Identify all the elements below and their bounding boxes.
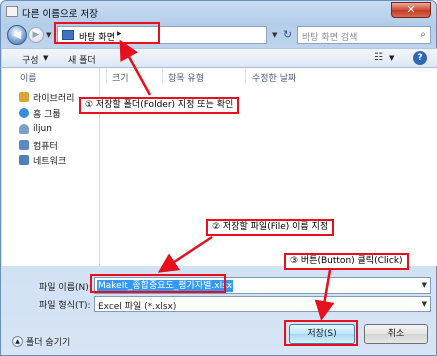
sidebar-item-computer[interactable]: 컴퓨터 bbox=[19, 138, 58, 152]
hide-folders-toggle[interactable]: ▲ 폴더 숨기기 bbox=[12, 335, 70, 348]
toolbar: 구성 ▼ 새 폴더 ☷ ▼ ? bbox=[2, 48, 437, 68]
column-divider[interactable] bbox=[106, 69, 107, 83]
library-icon bbox=[19, 92, 29, 102]
address-highlight-box bbox=[54, 22, 160, 44]
filetype-label: 파일 형식(T): bbox=[39, 301, 91, 311]
views-dropdown-icon[interactable]: ▼ bbox=[389, 54, 394, 62]
column-size[interactable]: 크기 bbox=[112, 71, 129, 84]
views-icon[interactable]: ☷ bbox=[374, 52, 383, 63]
network-icon bbox=[19, 155, 29, 165]
forward-button[interactable]: ▶ bbox=[28, 27, 44, 43]
column-divider[interactable] bbox=[245, 69, 246, 83]
filetype-dropdown-icon[interactable]: ▼ bbox=[422, 300, 427, 308]
filename-label: 파일 이름(N): bbox=[39, 283, 92, 293]
app-icon bbox=[6, 6, 18, 17]
cancel-button[interactable]: 취소 bbox=[364, 324, 428, 344]
sidebar-item-label: 네트워크 bbox=[33, 156, 67, 167]
sidebar-item-label: 컴퓨터 bbox=[33, 141, 58, 152]
close-button[interactable]: ✕ bbox=[391, 2, 431, 18]
column-date[interactable]: 수정한 날짜 bbox=[252, 71, 296, 84]
title-bar: 다른 이름으로 저장 ✕ bbox=[1, 1, 436, 23]
save-as-dialog: 다른 이름으로 저장 ✕ ◀ ▶ ▼ 바탕 화면 ▸ ▼ ↻ 바탕 화면 검색 … bbox=[0, 0, 437, 356]
search-placeholder: 바탕 화면 검색 bbox=[302, 33, 358, 43]
help-icon[interactable]: ? bbox=[413, 51, 427, 65]
sidebar-item-library[interactable]: 라이브러리 bbox=[19, 90, 74, 104]
back-button[interactable]: ◀ bbox=[7, 25, 27, 45]
sidebar-item-label: iljun bbox=[33, 124, 52, 134]
sidebar-item-label: 홈 그룹 bbox=[33, 109, 61, 120]
sidebar-item-network[interactable]: 네트워크 bbox=[19, 153, 66, 167]
sidebar-item-label: 라이브러리 bbox=[33, 93, 75, 104]
homegroup-icon bbox=[19, 108, 29, 118]
sidebar-item-user[interactable]: iljun bbox=[19, 122, 52, 136]
callout-2: ② 저장할 파일(File) 이름 지정 bbox=[206, 219, 335, 236]
sidebar-item-homegroup[interactable]: 홈 그룹 bbox=[19, 106, 61, 120]
filetype-value: Excel 파일 (*.xlsx) bbox=[98, 302, 177, 312]
column-divider[interactable] bbox=[162, 69, 163, 83]
search-input[interactable]: 바탕 화면 검색 ⌕ bbox=[297, 26, 431, 44]
refresh-icon[interactable]: ↻ bbox=[283, 28, 292, 41]
address-dropdown-icon[interactable]: ▼ bbox=[272, 31, 277, 39]
window-title: 다른 이름으로 저장 bbox=[22, 9, 98, 20]
organize-button[interactable]: 구성 bbox=[22, 53, 39, 66]
chevron-up-icon: ▲ bbox=[12, 336, 23, 347]
filetype-select[interactable]: Excel 파일 (*.xlsx) ▼ bbox=[94, 296, 431, 312]
new-folder-button[interactable]: 새 폴더 bbox=[68, 53, 96, 66]
callout-3: ③ 버튼(Button) 클릭(Click) bbox=[284, 253, 409, 270]
hide-folders-label: 폴더 숨기기 bbox=[26, 338, 71, 348]
search-icon[interactable]: ⌕ bbox=[420, 29, 426, 40]
save-highlight-box bbox=[284, 320, 358, 346]
filename-highlight-box bbox=[90, 274, 226, 293]
user-icon bbox=[19, 124, 29, 134]
filename-dropdown-icon[interactable]: ▼ bbox=[422, 281, 427, 289]
history-dropdown-icon[interactable]: ▼ bbox=[46, 31, 51, 39]
computer-icon bbox=[19, 140, 29, 150]
callout-1: ① 저장할 폴더(Folder) 지정 또는 확인 bbox=[79, 97, 240, 114]
organize-dropdown-icon[interactable]: ▼ bbox=[43, 54, 48, 62]
column-type[interactable]: 항목 유형 bbox=[168, 71, 204, 84]
